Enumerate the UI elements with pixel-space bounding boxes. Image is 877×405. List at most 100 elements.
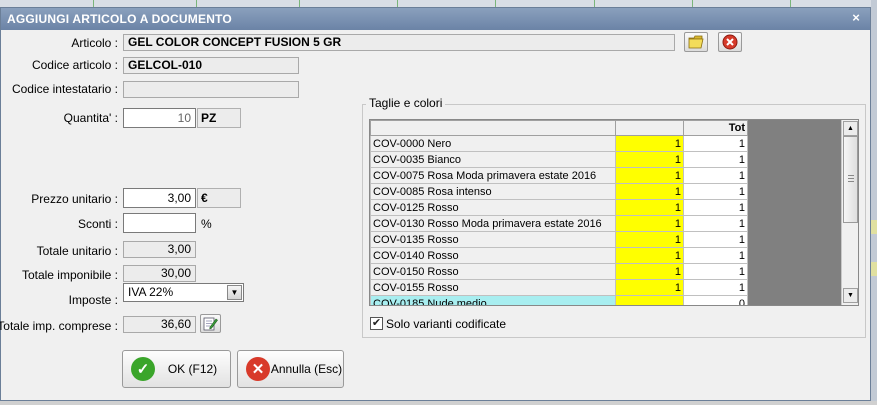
imposte-label: Imposte :: [68, 293, 118, 307]
background-window-edge: [871, 0, 877, 405]
variant-qty-cell[interactable]: 1: [615, 151, 684, 168]
sconti-input[interactable]: [123, 213, 196, 233]
sconti-unit: %: [201, 217, 212, 231]
variant-qty-cell[interactable]: 1: [615, 263, 684, 280]
dialog-titlebar[interactable]: AGGIUNGI ARTICOLO A DOCUMENTO ×: [1, 8, 870, 30]
prezzo-label: Prezzo unitario :: [31, 192, 118, 206]
table-row[interactable]: COV-0000 Nero 1 1: [370, 135, 748, 152]
articolo-label: Articolo :: [71, 36, 118, 50]
totale-unitario-field: 3,00: [123, 241, 196, 258]
variant-tot-cell[interactable]: 1: [683, 167, 748, 184]
variant-name-cell: COV-0035 Bianco: [370, 151, 616, 168]
variant-name-cell: COV-0075 Rosa Moda primavera estate 2016: [370, 167, 616, 184]
codice-intestatario-field[interactable]: [123, 81, 299, 98]
codice-articolo-field[interactable]: GELCOL-010: [123, 57, 299, 74]
ok-button-label: OK (F12): [167, 362, 218, 376]
variant-tot-cell[interactable]: 1: [683, 183, 748, 200]
variant-name-cell: COV-0150 Rosso: [370, 263, 616, 280]
chevron-down-icon[interactable]: ▼: [227, 285, 242, 300]
codice-articolo-label: Codice articolo :: [31, 58, 118, 72]
quantita-input[interactable]: 10: [123, 108, 196, 128]
variant-name-cell: COV-0000 Nero: [370, 135, 616, 152]
quantita-label: Quantita' :: [63, 111, 118, 125]
totale-imp-field: 36,60: [123, 316, 196, 333]
variant-name-cell: COV-0155 Rosso: [370, 279, 616, 296]
grid-header-row: Tot: [370, 120, 748, 136]
totale-imp-label: Totale imp. comprese :: [0, 319, 118, 333]
variant-qty-cell[interactable]: 1: [615, 183, 684, 200]
table-row[interactable]: COV-0125 Rosso 1 1: [370, 199, 748, 216]
prezzo-unit: €: [197, 188, 241, 208]
table-row[interactable]: COV-0135 Rosso 1 1: [370, 231, 748, 248]
variant-name-cell: COV-0140 Rosso: [370, 247, 616, 264]
edit-button[interactable]: [200, 314, 221, 333]
variant-qty-cell[interactable]: 1: [615, 247, 684, 264]
variant-name-cell: COV-0135 Rosso: [370, 231, 616, 248]
annulla-button[interactable]: ✕ Annulla (Esc): [237, 350, 344, 388]
variant-tot-cell[interactable]: 1: [683, 279, 748, 296]
variant-tot-cell[interactable]: 0: [683, 295, 748, 305]
table-row[interactable]: COV-0035 Bianco 1 1: [370, 151, 748, 168]
variant-tot-cell[interactable]: 1: [683, 247, 748, 264]
variant-tot-cell[interactable]: 1: [683, 231, 748, 248]
table-row[interactable]: COV-0140 Rosso 1 1: [370, 247, 748, 264]
variant-qty-cell[interactable]: 1: [615, 279, 684, 296]
folder-icon: [688, 35, 704, 49]
table-row[interactable]: COV-0075 Rosa Moda primavera estate 2016…: [370, 167, 748, 184]
variant-tot-cell[interactable]: 1: [683, 263, 748, 280]
variant-tot-cell[interactable]: 1: [683, 151, 748, 168]
table-row[interactable]: COV-0150 Rosso 1 1: [370, 263, 748, 280]
clear-icon: [722, 34, 738, 50]
scroll-thumb[interactable]: [843, 136, 858, 223]
table-row[interactable]: COV-0185 Nude medio 0: [370, 295, 748, 305]
dialog-title: AGGIUNGI ARTICOLO A DOCUMENTO: [7, 12, 232, 26]
imposte-value: IVA 22%: [128, 285, 174, 299]
check-icon: ✓: [131, 357, 155, 381]
checkmark-icon: ✔: [371, 317, 382, 329]
variant-qty-cell[interactable]: 1: [615, 231, 684, 248]
folder-button[interactable]: [684, 32, 708, 52]
quantita-unit: PZ: [197, 108, 241, 128]
varianti-table: Tot COV-0000 Nero 1 1 COV-0035 Bianco 1 1 COV-…: [370, 120, 748, 305]
close-icon[interactable]: ×: [848, 10, 864, 26]
table-row[interactable]: COV-0155 Rosso 1 1: [370, 279, 748, 296]
annulla-button-label: Annulla (Esc): [270, 362, 343, 376]
grid-header-qty: [615, 120, 684, 136]
variant-tot-cell[interactable]: 1: [683, 135, 748, 152]
variant-name-cell: COV-0125 Rosso: [370, 199, 616, 216]
totale-unitario-label: Totale unitario :: [36, 244, 118, 258]
variant-name-cell: COV-0085 Rosa intenso: [370, 183, 616, 200]
variant-tot-cell[interactable]: 1: [683, 199, 748, 216]
background-bottom-edge: [0, 401, 877, 405]
solo-codificate-label: Solo varianti codificate: [386, 317, 507, 331]
totale-imponibile-field: 30,00: [123, 265, 196, 282]
variant-qty-cell[interactable]: 1: [615, 215, 684, 232]
table-row[interactable]: COV-0130 Rosso Moda primavera estate 201…: [370, 215, 748, 232]
grid-header-name: [370, 120, 616, 136]
varianti-grid[interactable]: Tot COV-0000 Nero 1 1 COV-0035 Bianco 1 1 COV-…: [369, 119, 859, 306]
articolo-field[interactable]: GEL COLOR CONCEPT FUSION 5 GR: [123, 34, 675, 51]
variant-qty-cell[interactable]: 1: [615, 135, 684, 152]
scroll-down-icon[interactable]: ▼: [843, 288, 858, 303]
edit-icon: [203, 317, 218, 331]
variant-name-cell: COV-0185 Nude medio: [370, 295, 616, 305]
clear-button[interactable]: [718, 32, 742, 52]
ok-button[interactable]: ✓ OK (F12): [122, 350, 231, 388]
variant-name-cell: COV-0130 Rosso Moda primavera estate 201…: [370, 215, 616, 232]
prezzo-input[interactable]: 3,00: [123, 188, 196, 208]
variant-qty-cell[interactable]: [615, 295, 684, 305]
totale-imponibile-label: Totale imponibile :: [21, 268, 118, 282]
solo-codificate-checkbox[interactable]: ✔: [370, 317, 383, 330]
cancel-icon: ✕: [246, 357, 270, 381]
table-row[interactable]: COV-0085 Rosa intenso 1 1: [370, 183, 748, 200]
grid-header-tot: Tot: [683, 120, 748, 136]
variant-qty-cell[interactable]: 1: [615, 199, 684, 216]
sconti-label: Sconti :: [77, 217, 118, 231]
imposte-select[interactable]: IVA 22% ▼: [123, 283, 244, 302]
variant-tot-cell[interactable]: 1: [683, 215, 748, 232]
grid-scrollbar[interactable]: ▲ ▼: [841, 120, 858, 305]
codice-intestatario-label: Codice intestatario :: [11, 82, 118, 96]
variant-qty-cell[interactable]: 1: [615, 167, 684, 184]
scroll-up-icon[interactable]: ▲: [843, 121, 858, 136]
taglie-colori-title: Taglie e colori: [366, 96, 446, 110]
